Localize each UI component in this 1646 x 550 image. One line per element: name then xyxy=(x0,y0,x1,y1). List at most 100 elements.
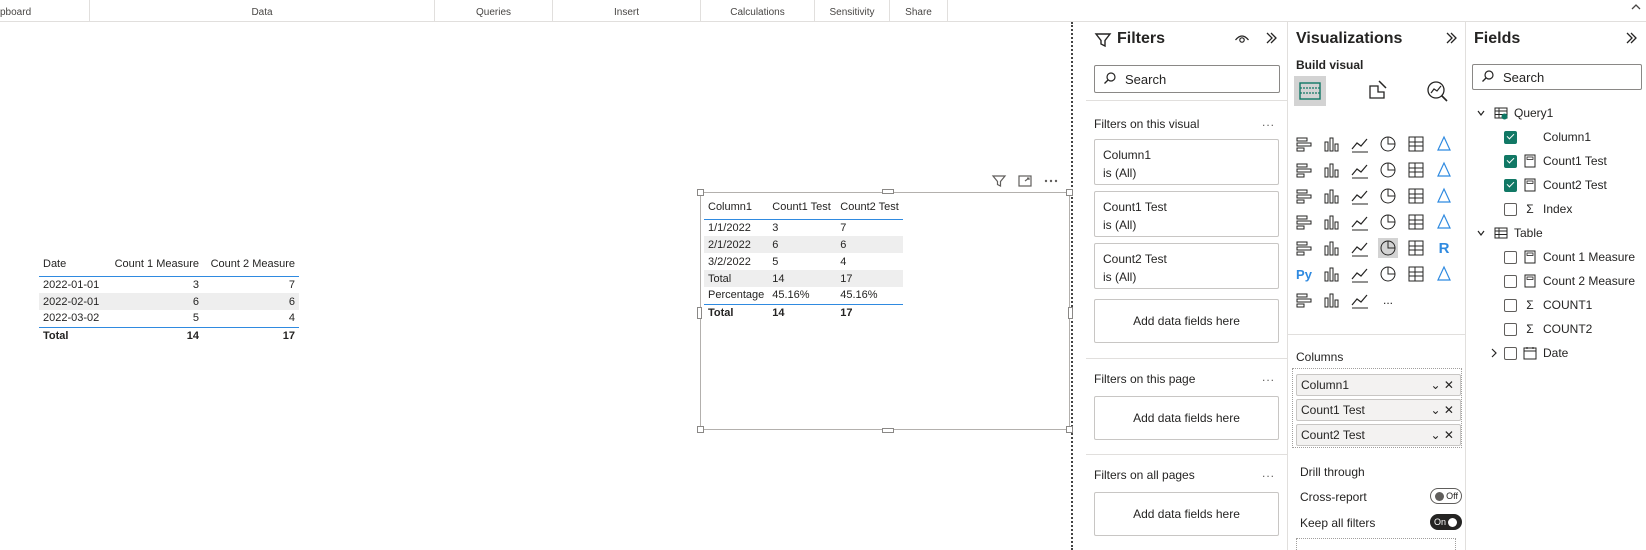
ribbon-group-clipboard[interactable]: pboard xyxy=(0,0,90,22)
field-checkbox[interactable] xyxy=(1504,178,1517,192)
table-row[interactable]: 2/1/2022 6 6 xyxy=(704,236,903,253)
column-well-item-column1[interactable]: Column1 ⌄ ✕ xyxy=(1296,374,1461,396)
python-visual-icon[interactable]: Py xyxy=(1294,264,1314,284)
table-row[interactable]: 1/1/2022 3 7 xyxy=(704,219,903,236)
matrix-icon[interactable] xyxy=(1406,238,1426,258)
column-header[interactable]: Column1 xyxy=(704,195,769,220)
field-index[interactable]: Σ Index xyxy=(1504,198,1572,220)
filter-card-count2-test[interactable]: Count2 Test is (All) xyxy=(1094,243,1279,289)
chevron-down-icon[interactable]: ⌄ ✕ xyxy=(1431,425,1454,445)
more-options-icon[interactable]: ... xyxy=(1262,466,1275,480)
collapse-ribbon-icon[interactable] xyxy=(1630,2,1642,15)
field-checkbox[interactable] xyxy=(1504,154,1517,168)
more-options-icon[interactable] xyxy=(1042,172,1060,190)
line-column-icon[interactable] xyxy=(1378,160,1398,180)
100-column-icon[interactable] xyxy=(1434,134,1454,154)
ribbon-group-data[interactable]: Data xyxy=(90,0,435,22)
clustered-column-icon[interactable] xyxy=(1378,134,1398,154)
field-checkbox[interactable] xyxy=(1504,322,1517,336)
focus-mode-icon[interactable] xyxy=(1016,172,1034,190)
ribbon-group-share[interactable]: Share xyxy=(890,0,948,22)
stacked-area-icon[interactable] xyxy=(1350,160,1370,180)
eye-icon[interactable] xyxy=(1234,31,1250,50)
field-checkbox[interactable] xyxy=(1504,202,1517,216)
qa-icon[interactable] xyxy=(1378,264,1398,284)
ribbon-group-queries[interactable]: Queries xyxy=(435,0,553,22)
keep-all-filters-toggle[interactable]: On xyxy=(1430,514,1462,530)
table-row[interactable]: Total 14 17 xyxy=(704,270,903,287)
chevron-down-icon[interactable]: ⌄ ✕ xyxy=(1431,375,1454,395)
table-row[interactable]: Percentage 45.16% 45.16% xyxy=(704,287,903,305)
resize-handle[interactable] xyxy=(697,307,702,319)
more-options-icon[interactable]: ... xyxy=(1262,370,1275,384)
funnel-icon[interactable] xyxy=(1322,186,1342,206)
waterfall-icon[interactable] xyxy=(1294,186,1314,206)
key-influencers-icon[interactable] xyxy=(1322,264,1342,284)
card-icon[interactable] xyxy=(1434,212,1454,232)
scatter-icon[interactable] xyxy=(1350,186,1370,206)
resize-handle[interactable] xyxy=(1066,189,1073,196)
table-icon[interactable] xyxy=(1378,238,1398,258)
format-visual-icon[interactable] xyxy=(1364,78,1390,107)
filter-card-column1[interactable]: Column1 is (All) xyxy=(1094,139,1279,185)
column-header[interactable]: Count 1 Measure xyxy=(107,252,203,277)
field-checkbox[interactable] xyxy=(1504,346,1517,360)
treemap-icon[interactable] xyxy=(1434,186,1454,206)
tree-node-query1[interactable]: Query1 xyxy=(1474,102,1553,124)
table-visual-test[interactable]: Column1 Count1 Test Count2 Test 1/1/2022… xyxy=(704,195,903,321)
resize-handle[interactable] xyxy=(697,426,704,433)
column-header[interactable]: Count 2 Measure xyxy=(203,252,299,277)
donut-chart-icon[interactable] xyxy=(1406,186,1426,206)
ribbon-group-insert[interactable]: Insert xyxy=(553,0,701,22)
field-checkbox[interactable] xyxy=(1504,274,1517,288)
100-bar-icon[interactable] xyxy=(1406,134,1426,154)
fields-search-input[interactable] xyxy=(1503,69,1623,85)
field-count1[interactable]: Σ COUNT1 xyxy=(1504,294,1592,316)
ribbon-chart-icon[interactable] xyxy=(1434,160,1454,180)
column-header[interactable]: Date xyxy=(39,252,107,277)
shape-map-icon[interactable] xyxy=(1350,212,1370,232)
build-visual-tab-fields[interactable] xyxy=(1294,76,1326,106)
add-visual-filter-drop-zone[interactable]: Add data fields here xyxy=(1094,299,1279,343)
table-row[interactable]: 2022-02-01 6 6 xyxy=(39,293,299,310)
analytics-icon[interactable] xyxy=(1424,78,1450,107)
field-column1[interactable]: Column1 xyxy=(1504,126,1591,148)
more-visuals-icon[interactable]: ... xyxy=(1378,290,1398,310)
resize-handle[interactable] xyxy=(697,189,704,196)
field-checkbox[interactable] xyxy=(1504,250,1517,264)
column-well-item-count2-test[interactable]: Count2 Test ⌄ ✕ xyxy=(1296,424,1461,446)
chevron-down-icon[interactable]: ⌄ ✕ xyxy=(1431,400,1454,420)
tree-node-table[interactable]: Table xyxy=(1474,222,1543,244)
slicer-icon[interactable] xyxy=(1350,238,1370,258)
table-row[interactable]: 3/2/2022 5 4 xyxy=(704,253,903,270)
decomposition-tree-icon[interactable] xyxy=(1350,264,1370,284)
pie-chart-icon[interactable] xyxy=(1378,186,1398,206)
column-well-item-count1-test[interactable]: Count1 Test ⌄ ✕ xyxy=(1296,399,1461,421)
drill-through-well[interactable] xyxy=(1296,538,1456,550)
cross-report-toggle[interactable]: Off xyxy=(1430,488,1462,504)
filters-search[interactable] xyxy=(1094,65,1280,93)
table-row[interactable]: 2022-03-02 5 4 xyxy=(39,310,299,328)
line-chart-icon[interactable] xyxy=(1294,160,1314,180)
column-header[interactable]: Count2 Test xyxy=(836,195,903,220)
field-checkbox[interactable] xyxy=(1504,298,1517,312)
filter-card-count1-test[interactable]: Count1 Test is (All) xyxy=(1094,191,1279,237)
multi-card-icon[interactable] xyxy=(1294,238,1314,258)
filters-search-input[interactable] xyxy=(1125,71,1245,87)
resize-handle[interactable] xyxy=(882,428,894,433)
resize-handle[interactable] xyxy=(882,189,894,194)
chevron-right-icon[interactable] xyxy=(1490,346,1498,360)
collapse-pane-icon[interactable] xyxy=(1624,31,1638,50)
paginated-report-icon[interactable] xyxy=(1294,290,1314,310)
power-automate-icon[interactable] xyxy=(1350,290,1370,310)
filled-map-icon[interactable] xyxy=(1322,212,1342,232)
collapse-pane-icon[interactable] xyxy=(1264,31,1278,50)
resize-handle[interactable] xyxy=(1068,307,1073,319)
stacked-column-icon[interactable] xyxy=(1322,134,1342,154)
clustered-bar-icon[interactable] xyxy=(1350,134,1370,154)
table-visual-selected[interactable]: Column1 Count1 Test Count2 Test 1/1/2022… xyxy=(697,189,1073,433)
trophy-icon[interactable] xyxy=(1434,264,1454,284)
field-checkbox[interactable] xyxy=(1504,130,1517,144)
ribbon-group-calculations[interactable]: Calculations xyxy=(701,0,815,22)
field-count2[interactable]: Σ COUNT2 xyxy=(1504,318,1592,340)
